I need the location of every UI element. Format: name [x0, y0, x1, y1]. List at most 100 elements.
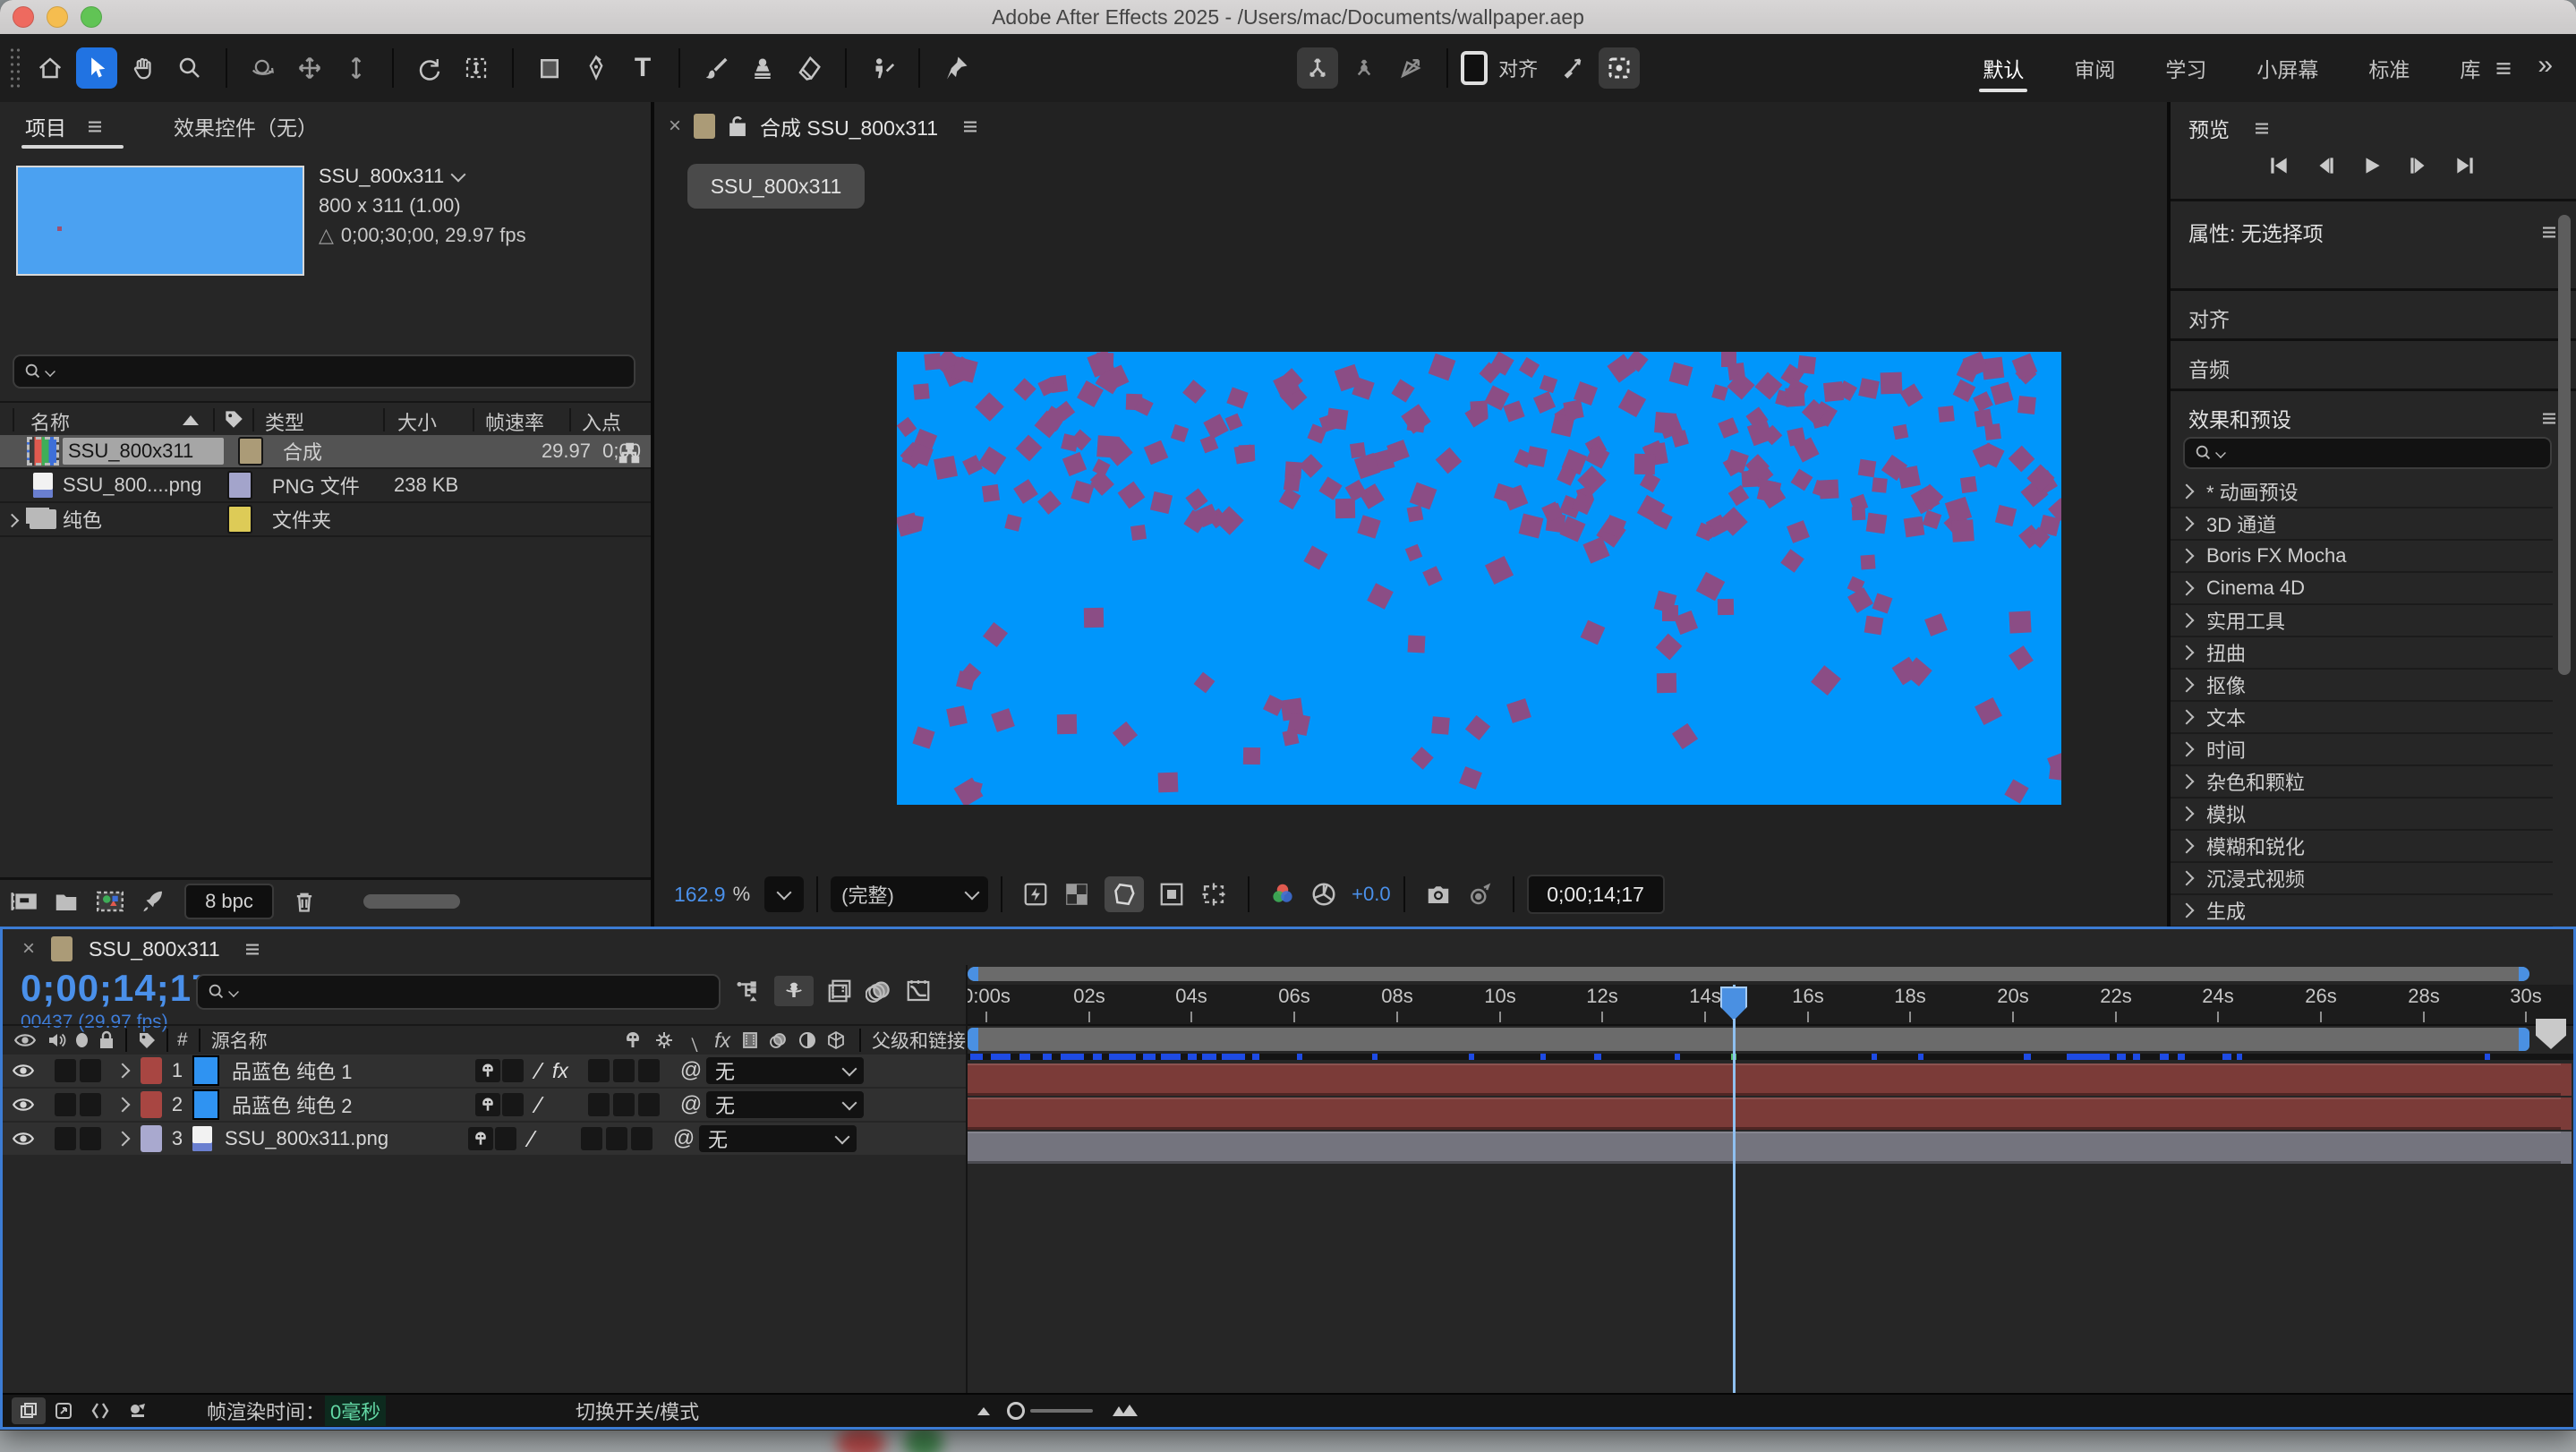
layer-frame-blend-toggle[interactable]	[588, 1059, 610, 1082]
frame-blending-icon[interactable]	[826, 978, 853, 1004]
expand-render-pane-icon[interactable]	[89, 1400, 112, 1422]
layer-fx-badge[interactable]: fx	[552, 1059, 583, 1083]
zoom-value[interactable]: 162.9	[674, 883, 726, 907]
timeline-search-input[interactable]	[196, 974, 721, 1010]
quality-column-icon[interactable]: ﹨	[684, 1025, 705, 1056]
workspace-tab[interactable]: 标准	[2368, 37, 2410, 99]
effects-category-row[interactable]: 实用工具	[2171, 605, 2553, 637]
comp-info-name[interactable]: SSU_800x311	[319, 161, 444, 191]
audio-column-icon[interactable]	[46, 1029, 67, 1051]
snapshot-camera-icon[interactable]	[1425, 881, 1452, 908]
workspace-menu-icon[interactable]	[2497, 67, 2511, 69]
expand-layer-pane-icon[interactable]	[12, 1397, 46, 1424]
effects-category-row[interactable]: 时间	[2171, 734, 2553, 766]
parent-pickwhip-icon[interactable]: @	[669, 1126, 699, 1151]
region-of-interest-icon[interactable]	[1158, 881, 1185, 908]
label-color-chip[interactable]	[238, 437, 263, 465]
layer-row[interactable]: 2 品蓝色 纯色 2 ∕ fx @ 无	[3, 1089, 966, 1121]
exposure-value[interactable]: +0.0	[1352, 883, 1390, 906]
layer-motion-blur-toggle[interactable]	[606, 1127, 627, 1150]
label-column-icon[interactable]	[222, 407, 245, 431]
3d-layer-column-icon[interactable]	[825, 1029, 847, 1051]
project-panel-menu-icon[interactable]	[89, 125, 101, 127]
toggle-switches-modes-button[interactable]: 切换开关/模式	[576, 1396, 699, 1425]
collapse-transformations-column-icon[interactable]	[653, 1029, 675, 1051]
effects-category-row[interactable]: 抠像	[2171, 670, 2553, 702]
fast-previews-icon[interactable]	[1022, 881, 1049, 908]
effects-category-row[interactable]: 模拟	[2171, 799, 2553, 831]
parent-link-column-header[interactable]: 父级和链接	[872, 1027, 966, 1054]
tab-effect-controls[interactable]: 效果控件（无）	[174, 111, 318, 141]
layer-name[interactable]: 品蓝色 纯色 1	[232, 1056, 475, 1085]
effects-category-row[interactable]: 沉浸式视频	[2171, 863, 2553, 895]
current-time-display[interactable]: 0;00;14;17 00437 (29.97 fps)	[21, 967, 213, 1033]
column-size[interactable]: 大小	[397, 407, 437, 436]
rectangle-tool-icon[interactable]	[529, 47, 570, 89]
sort-ascending-icon[interactable]	[183, 415, 199, 425]
zoom-out-mountain-icon[interactable]	[974, 1403, 994, 1419]
layer-motion-blur-toggle[interactable]	[613, 1093, 635, 1116]
layer-3d-toggle[interactable]	[638, 1093, 660, 1116]
effects-column-icon[interactable]: fx	[714, 1029, 730, 1053]
color-depth-button[interactable]: 8 bpc	[184, 884, 274, 919]
workspace-tab[interactable]: 小屏幕	[2256, 37, 2318, 99]
layer-duration-bar[interactable]	[968, 1132, 2563, 1164]
layer-duration-bar[interactable]	[968, 1098, 2563, 1130]
horizontal-scrollbar[interactable]	[363, 894, 460, 909]
shy-column-icon[interactable]	[621, 1029, 644, 1051]
comp-navigator-button[interactable]: SSU_800x311	[687, 164, 865, 209]
exposure-icon[interactable]	[1310, 881, 1337, 908]
viewer-tab[interactable]: × 合成 SSU_800x311	[669, 111, 979, 141]
effects-category-row[interactable]: 杂色和颗粒	[2171, 766, 2553, 799]
timeline-tab[interactable]: × SSU_800x311	[22, 936, 261, 961]
column-type[interactable]: 类型	[265, 407, 304, 436]
project-settings-rocket-icon[interactable]	[140, 888, 166, 915]
layer-eye-icon[interactable]	[12, 1129, 35, 1149]
hand-tool-icon[interactable]	[123, 47, 164, 89]
dolly-camera-tool-icon[interactable]	[336, 47, 377, 89]
effects-category-row[interactable]: 模糊和锐化	[2171, 831, 2553, 863]
layer-audio-toggle[interactable]	[55, 1093, 76, 1116]
effects-panel-menu-icon[interactable]	[2543, 417, 2555, 419]
comp-mini-flowchart-icon[interactable]	[735, 978, 762, 1004]
label-color-chip[interactable]	[227, 505, 252, 534]
roto-brush-tool-icon[interactable]	[862, 47, 903, 89]
local-axis-mode-icon[interactable]	[1297, 47, 1338, 89]
play-button[interactable]	[2360, 154, 2384, 177]
layer-3d-toggle[interactable]	[638, 1059, 660, 1082]
parent-pickwhip-icon[interactable]: @	[676, 1058, 706, 1083]
effects-category-row[interactable]: Boris FX Mocha	[2171, 541, 2553, 573]
effects-category-row[interactable]: Cinema 4D	[2171, 573, 2553, 605]
column-name[interactable]: 名称	[30, 407, 70, 436]
effects-category-row[interactable]: 扭曲	[2171, 637, 2553, 670]
guides-options-icon[interactable]	[1199, 881, 1228, 908]
draft-3d-icon[interactable]	[774, 976, 814, 1006]
preview-title[interactable]: 预览	[2188, 113, 2230, 143]
home-tool-icon[interactable]	[30, 47, 71, 89]
close-timeline-icon[interactable]: ×	[22, 936, 35, 961]
type-tool-icon[interactable]: T	[622, 47, 663, 89]
workspace-tab[interactable]: 库	[2460, 37, 2480, 99]
eraser-tool-icon[interactable]	[789, 47, 830, 89]
layer-eye-icon[interactable]	[12, 1061, 35, 1080]
layer-label-chip[interactable]	[141, 1057, 162, 1084]
preview-panel-menu-icon[interactable]	[2256, 127, 2268, 129]
close-viewer-icon[interactable]: ×	[669, 114, 681, 139]
layer-shy-toggle[interactable]	[475, 1059, 500, 1082]
properties-panel-menu-icon[interactable]	[2543, 231, 2555, 233]
unlock-icon[interactable]	[728, 115, 747, 138]
project-row[interactable]: SSU_800x311 合成 29.97 0;00	[0, 435, 651, 469]
puppet-pin-tool-icon[interactable]	[935, 47, 977, 89]
frame-blend-column-icon[interactable]	[739, 1029, 761, 1051]
graph-editor-icon[interactable]	[905, 978, 932, 1004]
zoom-tool-icon[interactable]	[169, 47, 210, 89]
transfer-controls-icon[interactable]	[126, 1400, 149, 1422]
layer-collapse-toggle[interactable]	[495, 1127, 516, 1150]
camera-bounds-tool-icon[interactable]	[456, 47, 497, 89]
viewer-tab-title[interactable]: 合成 SSU_800x311	[760, 111, 938, 141]
video-column-eye-icon[interactable]	[13, 1030, 37, 1050]
pen-tool-icon[interactable]	[576, 47, 617, 89]
layer-quality-toggle[interactable]: ∕	[525, 1057, 552, 1085]
layer-frame-blend-toggle[interactable]	[581, 1127, 602, 1150]
layer-duration-bar[interactable]	[968, 1063, 2563, 1096]
